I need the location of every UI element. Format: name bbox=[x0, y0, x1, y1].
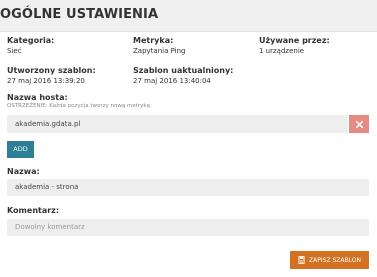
hostname-entry-field[interactable]: akademia.gdata.pl bbox=[7, 115, 348, 133]
document-icon bbox=[298, 256, 305, 264]
created-value: 27 maj 2016 13:39:20 bbox=[7, 77, 85, 85]
comment-label: Komentarz: bbox=[7, 206, 60, 215]
used-by-value: 1 urządzenie bbox=[259, 47, 305, 55]
category-label: Kategoria: bbox=[7, 36, 55, 45]
remove-host-button[interactable] bbox=[349, 115, 369, 133]
used-by-label: Używane przez: bbox=[259, 36, 330, 45]
category-value: Sieć bbox=[7, 47, 22, 55]
add-host-button[interactable]: ADD bbox=[7, 141, 34, 158]
metric-label: Metryka: bbox=[133, 36, 174, 45]
name-label: Nazwa: bbox=[7, 167, 40, 176]
close-icon bbox=[355, 120, 363, 128]
name-input[interactable]: akademia - strona bbox=[7, 179, 369, 196]
metric-value: Zapytania Ping bbox=[133, 47, 186, 55]
hostname-warning: OSTRZEŻENIE: Każda pozycja tworzy nową m… bbox=[7, 103, 152, 109]
save-template-label: ZAPISZ SZABLON bbox=[309, 256, 361, 264]
hostname-label: Nazwa hosta: bbox=[7, 93, 68, 102]
save-template-button[interactable]: ZAPISZ SZABLON bbox=[290, 251, 369, 269]
created-label: Utworzony szablon: bbox=[7, 66, 96, 75]
comment-input[interactable]: Dowolny komentarz bbox=[7, 219, 369, 236]
section-title: OGÓLNE USTAWIENIA bbox=[0, 7, 159, 22]
section-header: OGÓLNE USTAWIENIA bbox=[0, 0, 377, 32]
updated-label: Szablon uaktualniony: bbox=[133, 66, 234, 75]
updated-value: 27 maj 2016 13:40:04 bbox=[133, 77, 211, 85]
